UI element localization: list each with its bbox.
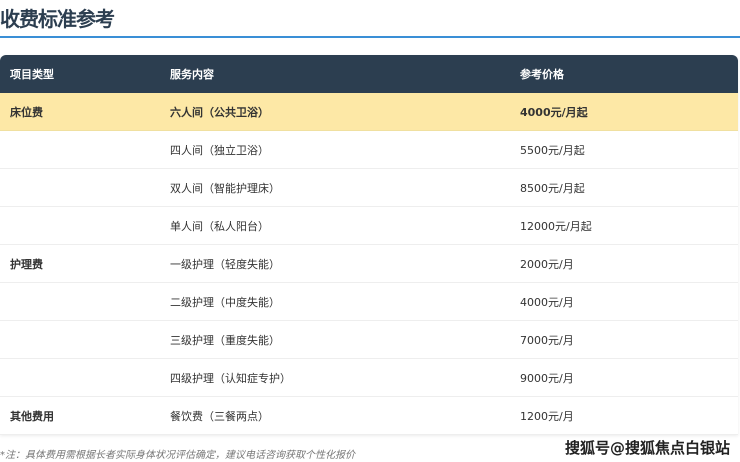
row-service: 四人间（独立卫浴） [170, 143, 269, 157]
row-service: 双人间（智能护理床） [170, 181, 280, 195]
row-price: 5500元/月起 [520, 143, 585, 157]
row-service: 四级护理（认知症专护） [170, 371, 291, 385]
header-type: 项目类型 [10, 68, 54, 81]
row-type: 其他费用 [10, 409, 54, 423]
page-title: 收费标准参考 [0, 7, 115, 31]
row-service: 餐饮费（三餐两点） [170, 409, 269, 423]
row-service: 单人间（私人阳台） [170, 219, 269, 233]
row-service: 二级护理（中度失能） [170, 295, 280, 309]
footnote: *注：具体费用需根据长者实际身体状况评估确定，建议电话咨询获取个性化报价 [0, 450, 355, 461]
row-price: 9000元/月 [520, 371, 574, 385]
row-type: 护理费 [10, 257, 43, 271]
table-header: 项目类型 服务内容 参考价格 [0, 55, 738, 93]
title-divider [0, 36, 740, 38]
table-row: 二级护理（中度失能） 4000元/月 [0, 283, 738, 321]
table-row: 三级护理（重度失能） 7000元/月 [0, 321, 738, 359]
row-service: 六人间（公共卫浴） [170, 105, 269, 119]
table-row: 床位费 六人间（公共卫浴） 4000元/月起 [0, 93, 738, 131]
row-price: 1200元/月 [520, 409, 574, 423]
table-row: 其他费用 餐饮费（三餐两点） 1200元/月 [0, 397, 738, 435]
table-row: 单人间（私人阳台） 12000元/月起 [0, 207, 738, 245]
row-price: 4000元/月 [520, 295, 574, 309]
header-service: 服务内容 [170, 68, 214, 81]
table-row: 护理费 一级护理（轻度失能） 2000元/月 [0, 245, 738, 283]
table-row: 四级护理（认知症专护） 9000元/月 [0, 359, 738, 397]
row-price: 7000元/月 [520, 333, 574, 347]
row-service: 一级护理（轻度失能） [170, 257, 280, 271]
row-type: 床位费 [10, 105, 43, 119]
table-row: 双人间（智能护理床） 8500元/月起 [0, 169, 738, 207]
fee-table: 项目类型 服务内容 参考价格 床位费 六人间（公共卫浴） 4000元/月起四人间（独… [0, 55, 738, 435]
row-price: 2000元/月 [520, 257, 574, 271]
row-price: 4000元/月起 [520, 105, 588, 119]
row-price: 12000元/月起 [520, 219, 592, 233]
table-row: 四人间（独立卫浴） 5500元/月起 [0, 131, 738, 169]
header-price: 参考价格 [520, 68, 564, 81]
row-service: 三级护理（重度失能） [170, 333, 280, 347]
watermark: 搜狐号@搜狐焦点白银站 [564, 439, 730, 457]
row-price: 8500元/月起 [520, 181, 585, 195]
